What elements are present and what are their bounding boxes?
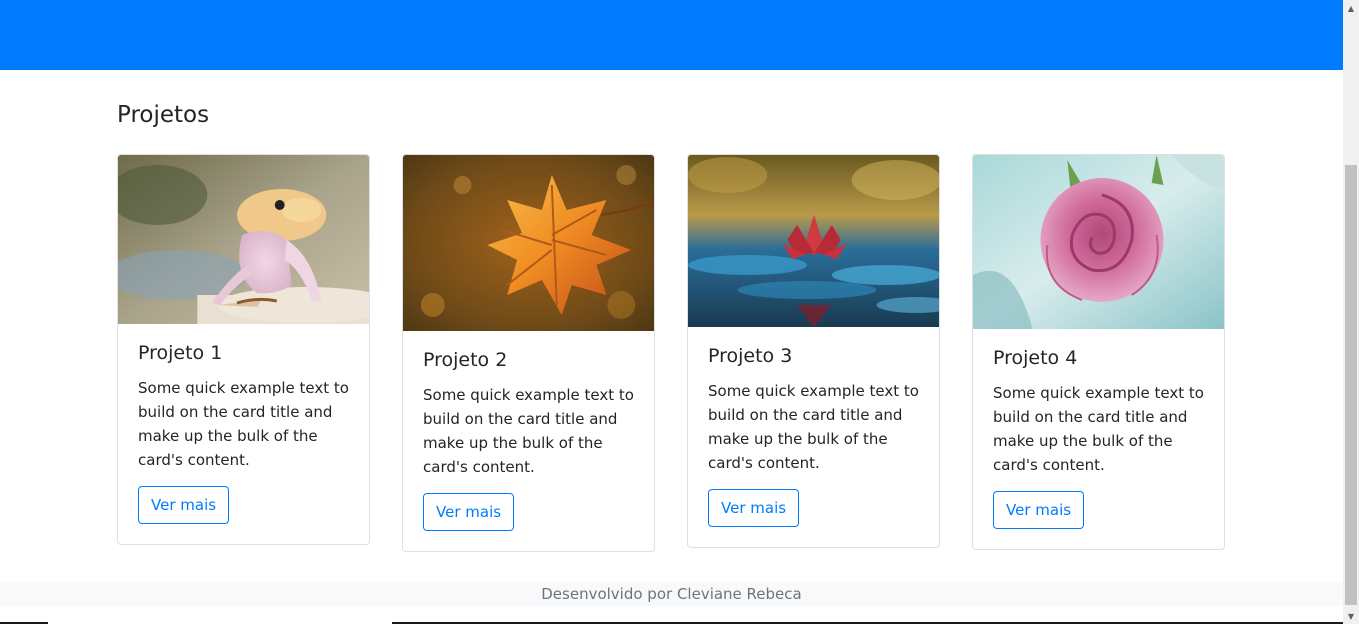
footer: Desenvolvido por Cleviane Rebeca — [0, 582, 1343, 606]
vertical-scrollbar[interactable]: ▲ ▼ — [1343, 0, 1359, 624]
scroll-up-arrow-icon[interactable]: ▲ — [1343, 0, 1359, 16]
card-text: Some quick example text to build on the … — [138, 378, 349, 469]
card-image-water-lily — [688, 155, 939, 327]
section-title: Projetos — [117, 102, 210, 128]
card-image-pink-rose — [973, 155, 1224, 329]
bottom-strip — [0, 620, 1343, 624]
card-title: Projeto 2 — [423, 349, 508, 371]
project-card-3: Projeto 3 Some quick example text to bui… — [687, 154, 940, 548]
project-card-1: Projeto 1 Some quick example text to bui… — [117, 154, 370, 545]
card-title: Projeto 3 — [708, 345, 793, 367]
project-card-4: Projeto 4 Some quick example text to bui… — [972, 154, 1225, 550]
card-image-gecko — [118, 155, 369, 324]
scroll-thumb[interactable] — [1345, 165, 1357, 605]
ver-mais-button[interactable]: Ver mais — [708, 488, 800, 527]
card-text: Some quick example text to build on the … — [423, 385, 634, 476]
page: Projetos Projeto 1 Some quick example te… — [0, 0, 1343, 624]
footer-text: Desenvolvido por Cleviane Rebeca — [541, 585, 802, 603]
scroll-down-arrow-icon[interactable]: ▼ — [1343, 608, 1359, 624]
ver-mais-button[interactable]: Ver mais — [423, 492, 515, 531]
card-title: Projeto 4 — [993, 347, 1078, 369]
card-title: Projeto 1 — [138, 342, 223, 364]
ver-mais-button[interactable]: Ver mais — [138, 485, 230, 524]
project-card-2: Projeto 2 Some quick example text to bui… — [402, 154, 655, 552]
ver-mais-button[interactable]: Ver mais — [993, 490, 1085, 529]
navbar — [0, 0, 1343, 70]
card-image-autumn-leaf — [403, 155, 654, 331]
card-text: Some quick example text to build on the … — [993, 383, 1204, 474]
card-text: Some quick example text to build on the … — [708, 381, 919, 472]
